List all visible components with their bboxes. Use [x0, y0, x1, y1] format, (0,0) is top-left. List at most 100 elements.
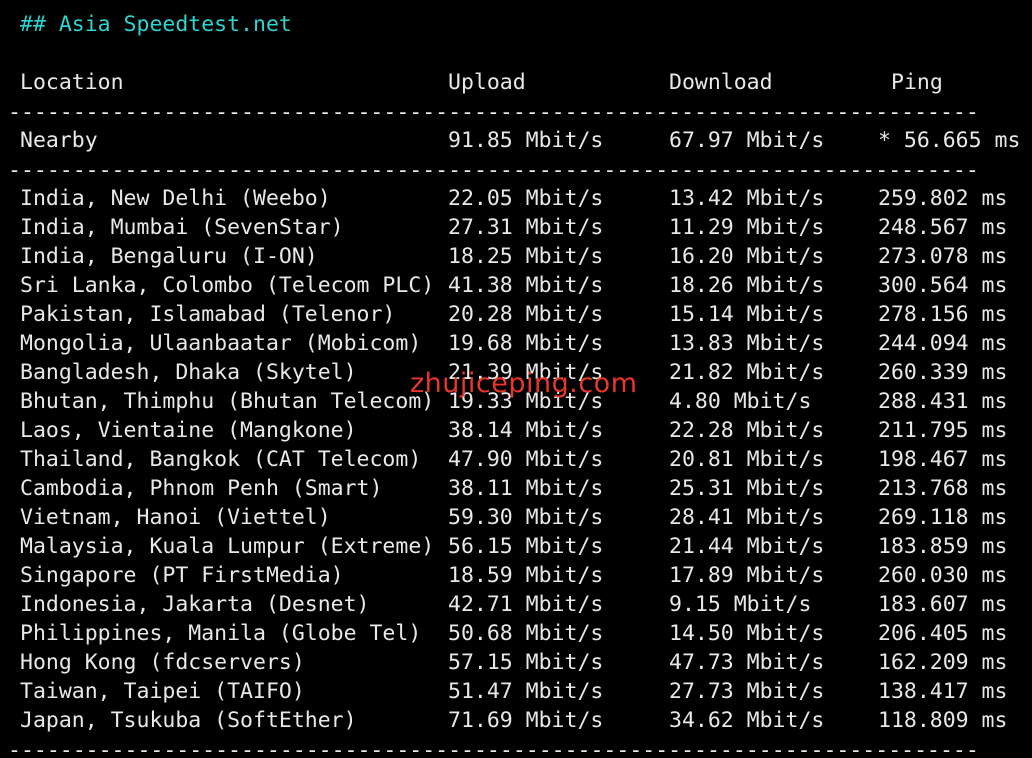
section-heading: ## Asia Speedtest.net — [20, 12, 292, 37]
column-header-location: Location — [20, 70, 124, 95]
row-upload: 57.15 Mbit/s — [448, 650, 604, 675]
row-location: Bangladesh, Dhaka (Skytel) — [20, 360, 357, 385]
column-header-ping: Ping — [891, 70, 943, 95]
table-row: Sri Lanka, Colombo (Telecom PLC) 41.38 Mb… — [0, 271, 1032, 300]
row-upload: 22.05 Mbit/s — [448, 186, 604, 211]
row-ping: 206.405 ms — [878, 621, 1008, 646]
row-upload: 42.71 Mbit/s — [448, 592, 604, 617]
row-ping: 269.118 ms — [878, 505, 1008, 530]
row-ping: 273.078 ms — [878, 244, 1008, 269]
site-watermark: zhujiceping.com — [410, 368, 638, 399]
separator-line-middle: ----------------------------------------… — [0, 156, 1032, 185]
row-location: Singapore (PT FirstMedia) — [20, 563, 344, 588]
row-location: Vietnam, Hanoi (Viettel) — [20, 505, 331, 530]
row-ping: 211.795 ms — [878, 418, 1008, 443]
row-download: 15.14 Mbit/s — [669, 302, 825, 327]
row-download: 21.44 Mbit/s — [669, 534, 825, 559]
row-download: 13.42 Mbit/s — [669, 186, 825, 211]
nearby-upload: 91.85 Mbit/s — [448, 128, 604, 153]
row-upload: 19.68 Mbit/s — [448, 331, 604, 356]
separator-rule: ----------------------------------------… — [8, 738, 980, 758]
heading-line: ## Asia Speedtest.net — [0, 10, 1032, 39]
table-row: India, Mumbai (SevenStar) 27.31 Mbit/s 11.… — [0, 213, 1032, 242]
row-upload: 50.68 Mbit/s — [448, 621, 604, 646]
column-header-row: Location Upload Download Ping — [0, 68, 1032, 97]
table-row: Malaysia, Kuala Lumpur (Extreme) 56.15 Mb… — [0, 532, 1032, 561]
row-ping: 213.768 ms — [878, 476, 1008, 501]
row-upload: 18.25 Mbit/s — [448, 244, 604, 269]
row-upload: 71.69 Mbit/s — [448, 708, 604, 733]
row-location: India, New Delhi (Weebo) — [20, 186, 331, 211]
row-location: Mongolia, Ulaanbaatar (Mobicom) — [20, 331, 422, 356]
row-location: India, Bengaluru (I-ON) — [20, 244, 318, 269]
row-ping: 300.564 ms — [878, 273, 1008, 298]
row-location: Pakistan, Islamabad (Telenor) — [20, 302, 396, 327]
row-download: 34.62 Mbit/s — [669, 708, 825, 733]
row-ping: 248.567 ms — [878, 215, 1008, 240]
row-location: Indonesia, Jakarta (Desnet) — [20, 592, 370, 617]
row-upload: 51.47 Mbit/s — [448, 679, 604, 704]
nearby-row: Nearby 91.85 Mbit/s 67.97 Mbit/s * 56.66… — [0, 126, 1032, 155]
row-download: 21.82 Mbit/s — [669, 360, 825, 385]
row-location: Bhutan, Thimphu (Bhutan Telecom) — [20, 389, 435, 414]
column-header-download: Download — [669, 70, 773, 95]
row-upload: 56.15 Mbit/s — [448, 534, 604, 559]
table-row: Taiwan, Taipei (TAIFO) 51.47 Mbit/s 27.73 … — [0, 677, 1032, 706]
separator-rule: ----------------------------------------… — [8, 158, 980, 183]
row-upload: 47.90 Mbit/s — [448, 447, 604, 472]
table-row: Philippines, Manila (Globe Tel) 50.68 Mbi… — [0, 619, 1032, 648]
row-upload: 18.59 Mbit/s — [448, 563, 604, 588]
separator-rule: ----------------------------------------… — [8, 100, 980, 125]
row-ping: 260.339 ms — [878, 360, 1008, 385]
row-upload: 59.30 Mbit/s — [448, 505, 604, 530]
row-ping: 198.467 ms — [878, 447, 1008, 472]
row-location: Sri Lanka, Colombo (Telecom PLC) — [20, 273, 435, 298]
row-download: 14.50 Mbit/s — [669, 621, 825, 646]
nearby-download: 67.97 Mbit/s — [669, 128, 825, 153]
terminal-window: ## Asia Speedtest.net Location Upload Do… — [0, 0, 1032, 758]
table-row: Vietnam, Hanoi (Viettel) 59.30 Mbit/s 28.4… — [0, 503, 1032, 532]
row-location: India, Mumbai (SevenStar) — [20, 215, 344, 240]
row-location: Laos, Vientaine (Mangkone) — [20, 418, 357, 443]
row-location: Taiwan, Taipei (TAIFO) — [20, 679, 305, 704]
row-download: 18.26 Mbit/s — [669, 273, 825, 298]
row-location: Thailand, Bangkok (CAT Telecom) — [20, 447, 422, 472]
row-download: 25.31 Mbit/s — [669, 476, 825, 501]
row-download: 47.73 Mbit/s — [669, 650, 825, 675]
table-row: Thailand, Bangkok (CAT Telecom) 47.90 Mbi… — [0, 445, 1032, 474]
row-location: Cambodia, Phnom Penh (Smart) — [20, 476, 383, 501]
row-location: Japan, Tsukuba (SoftEther) — [20, 708, 357, 733]
column-header-upload: Upload — [448, 70, 526, 95]
row-download: 22.28 Mbit/s — [669, 418, 825, 443]
separator-line-bottom: ----------------------------------------… — [0, 736, 1032, 758]
table-row: Mongolia, Ulaanbaatar (Mobicom) 19.68 Mbi… — [0, 329, 1032, 358]
table-row: Laos, Vientaine (Mangkone) 38.14 Mbit/s 22… — [0, 416, 1032, 445]
row-download: 13.83 Mbit/s — [669, 331, 825, 356]
row-upload: 27.31 Mbit/s — [448, 215, 604, 240]
nearby-location: Nearby — [20, 128, 98, 153]
row-upload: 41.38 Mbit/s — [448, 273, 604, 298]
table-row: Pakistan, Islamabad (Telenor) 20.28 Mbit/… — [0, 300, 1032, 329]
table-row: Cambodia, Phnom Penh (Smart) 38.11 Mbit/s… — [0, 474, 1032, 503]
row-location: Malaysia, Kuala Lumpur (Extreme) — [20, 534, 435, 559]
row-location: Hong Kong (fdcservers) — [20, 650, 305, 675]
row-ping: 260.030 ms — [878, 563, 1008, 588]
row-download: 4.80 Mbit/s — [669, 389, 812, 414]
row-ping: 259.802 ms — [878, 186, 1008, 211]
row-download: 20.81 Mbit/s — [669, 447, 825, 472]
table-row: Japan, Tsukuba (SoftEther) 71.69 Mbit/s 34… — [0, 706, 1032, 735]
table-row: India, Bengaluru (I-ON) 18.25 Mbit/s 16.20… — [0, 242, 1032, 271]
row-ping: 278.156 ms — [878, 302, 1008, 327]
row-ping: 183.859 ms — [878, 534, 1008, 559]
separator-line-top: ----------------------------------------… — [0, 98, 1032, 127]
table-row: Hong Kong (fdcservers) 57.15 Mbit/s 47.73 … — [0, 648, 1032, 677]
row-ping: 118.809 ms — [878, 708, 1008, 733]
row-download: 27.73 Mbit/s — [669, 679, 825, 704]
row-ping: 244.094 ms — [878, 331, 1008, 356]
row-location: Philippines, Manila (Globe Tel) — [20, 621, 422, 646]
table-row: Singapore (PT FirstMedia) 18.59 Mbit/s 17.… — [0, 561, 1032, 590]
row-download: 16.20 Mbit/s — [669, 244, 825, 269]
row-ping: 138.417 ms — [878, 679, 1008, 704]
nearby-ping: * 56.665 ms — [878, 128, 1021, 153]
row-download: 17.89 Mbit/s — [669, 563, 825, 588]
